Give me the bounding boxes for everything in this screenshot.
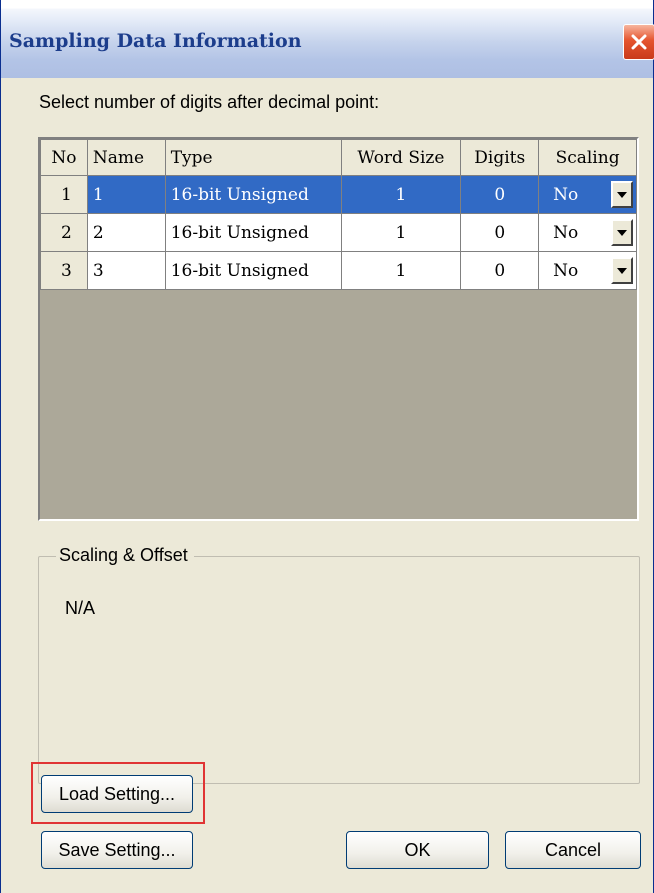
- column-header-no[interactable]: No: [40, 139, 88, 176]
- cancel-button[interactable]: Cancel: [505, 831, 641, 869]
- row-word-size[interactable]: 1: [340, 213, 462, 252]
- row-number: 2: [40, 213, 88, 252]
- column-header-scaling[interactable]: Scaling: [538, 139, 637, 176]
- row-word-size[interactable]: 1: [340, 251, 462, 290]
- row-scaling-value: No: [553, 223, 579, 243]
- row-type[interactable]: 16-bit Unsigned: [164, 251, 342, 290]
- scaling-dropdown-button[interactable]: [611, 219, 633, 246]
- row-word-size[interactable]: 1: [340, 175, 462, 214]
- column-header-name[interactable]: Name: [86, 139, 166, 176]
- row-number: 1: [40, 175, 88, 214]
- row-digits[interactable]: 0: [460, 213, 540, 252]
- row-name[interactable]: 1: [86, 175, 166, 214]
- sampling-data-grid[interactable]: No Name Type Word Size Digits Scaling 1 …: [38, 137, 639, 521]
- title-bar[interactable]: Sampling Data Information: [1, 0, 654, 78]
- scaling-offset-title: Scaling & Offset: [56, 545, 194, 566]
- column-header-word-size[interactable]: Word Size: [340, 139, 462, 176]
- table-row[interactable]: 3 3 16-bit Unsigned 1 0 No: [40, 251, 637, 290]
- chevron-down-icon: [617, 192, 627, 198]
- row-scaling-value: No: [553, 185, 579, 205]
- row-scaling-select[interactable]: No: [538, 251, 637, 290]
- chevron-down-icon: [617, 230, 627, 236]
- row-scaling-select[interactable]: No: [538, 213, 637, 252]
- sampling-data-table: No Name Type Word Size Digits Scaling 1 …: [40, 139, 637, 290]
- row-scaling-select[interactable]: No: [538, 175, 637, 214]
- save-setting-button[interactable]: Save Setting...: [41, 831, 193, 869]
- row-number: 3: [40, 251, 88, 290]
- chevron-down-icon: [617, 268, 627, 274]
- row-name[interactable]: 3: [86, 251, 166, 290]
- dialog-window: Sampling Data Information Select number …: [0, 0, 654, 893]
- scaling-offset-groupbox: [38, 556, 640, 784]
- column-header-digits[interactable]: Digits: [460, 139, 540, 176]
- window-title: Sampling Data Information: [9, 30, 302, 52]
- row-type[interactable]: 16-bit Unsigned: [164, 213, 342, 252]
- close-button[interactable]: [623, 24, 654, 60]
- instruction-label: Select number of digits after decimal po…: [39, 92, 380, 112]
- scaling-dropdown-button[interactable]: [611, 257, 633, 284]
- close-icon: [631, 34, 647, 50]
- table-row[interactable]: 2 2 16-bit Unsigned 1 0 No: [40, 213, 637, 252]
- table-header-row: No Name Type Word Size Digits Scaling: [40, 139, 637, 176]
- row-type[interactable]: 16-bit Unsigned: [164, 175, 342, 214]
- row-scaling-value: No: [553, 261, 579, 281]
- ok-button[interactable]: OK: [346, 831, 489, 869]
- scaling-dropdown-button[interactable]: [611, 181, 633, 208]
- column-header-type[interactable]: Type: [164, 139, 342, 176]
- row-digits[interactable]: 0: [460, 251, 540, 290]
- load-setting-button[interactable]: Load Setting...: [41, 775, 193, 813]
- row-digits[interactable]: 0: [460, 175, 540, 214]
- row-name[interactable]: 2: [86, 213, 166, 252]
- table-row[interactable]: 1 1 16-bit Unsigned 1 0 No: [40, 175, 637, 214]
- scaling-offset-value: N/A: [65, 598, 96, 618]
